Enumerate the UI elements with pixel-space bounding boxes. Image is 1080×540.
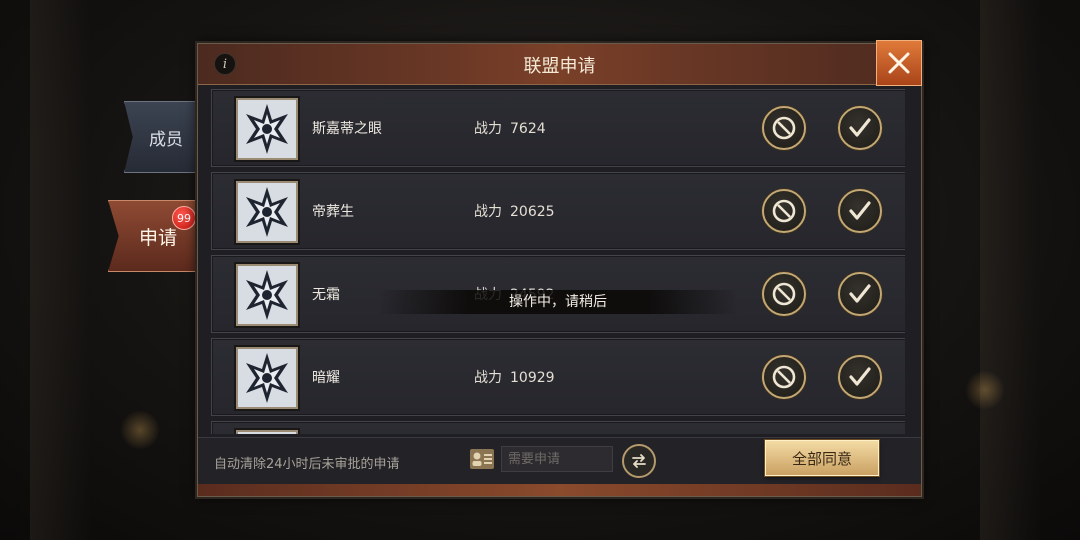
reject-button[interactable]	[762, 355, 806, 399]
applications-count-badge: 99	[172, 206, 196, 230]
applicant-row: 暗耀 战力 10929	[211, 338, 905, 416]
applicant-avatar	[236, 430, 298, 434]
prohibit-icon	[772, 365, 796, 389]
alliance-application-dialog: i 联盟申请 斯嘉蒂之眼 战力 7624 帝葬生 战力 20625 无霜 暗耀 …	[197, 40, 922, 497]
required-application-input[interactable]	[501, 446, 613, 472]
swap-arrows-icon	[632, 454, 646, 468]
applicant-power: 战力 10929	[474, 367, 555, 387]
background-lamp-glow	[965, 370, 1005, 410]
dialog-bottom-border	[198, 484, 921, 496]
tab-applications-label: 申请	[138, 226, 177, 249]
approve-all-button[interactable]: 全部同意	[765, 440, 879, 476]
processing-toast: 操作中，请稍后	[378, 290, 738, 314]
background-pillar-left	[30, 0, 90, 540]
power-value: 20625	[510, 204, 555, 220]
applicant-list[interactable]: 斯嘉蒂之眼 战力 7624 帝葬生 战力 20625 无霜 暗耀 战力 1092…	[211, 89, 905, 434]
star-emblem-icon	[238, 349, 296, 407]
checkmark-icon	[849, 284, 871, 303]
applicant-name: 帝葬生	[312, 204, 354, 220]
applicant-power: 战力 7624	[474, 118, 546, 138]
applicant-name: 斯嘉蒂之眼	[312, 121, 382, 137]
applicant-avatar	[236, 181, 298, 243]
prohibit-icon	[772, 199, 796, 223]
reject-button[interactable]	[762, 106, 806, 150]
prohibit-icon	[772, 282, 796, 306]
star-emblem-icon	[238, 183, 296, 241]
dialog-footer: 自动清除24小时后未审批的申请 全部同意	[198, 437, 921, 484]
power-value: 7624	[510, 121, 546, 137]
applicant-power: 战力 20625	[474, 201, 555, 221]
applicant-name: 无霜	[312, 287, 340, 303]
swap-button[interactable]	[622, 444, 656, 478]
close-button[interactable]	[876, 40, 922, 86]
prohibit-icon	[772, 116, 796, 140]
applicant-row: 帝葬生 战力 20625	[211, 172, 905, 250]
tab-members-label: 成员	[149, 129, 183, 150]
power-label: 战力	[474, 370, 502, 386]
power-value: 10929	[510, 370, 555, 386]
applicant-avatar	[236, 347, 298, 409]
approve-button[interactable]	[838, 106, 882, 150]
close-icon	[888, 52, 910, 74]
power-label: 战力	[474, 121, 502, 137]
star-emblem-icon	[238, 100, 296, 158]
applicant-row: 斯嘉蒂之眼 战力 7624	[211, 89, 905, 167]
applicant-avatar	[236, 98, 298, 160]
id-card-icon	[470, 449, 494, 469]
checkmark-icon	[849, 367, 871, 386]
approve-button[interactable]	[838, 355, 882, 399]
auto-clear-note: 自动清除24小时后未审批的申请	[214, 457, 400, 472]
star-emblem-icon	[238, 266, 296, 324]
applicant-avatar	[236, 264, 298, 326]
tab-members[interactable]: 成员	[124, 101, 197, 173]
background-pillar-right	[980, 0, 1040, 540]
background-lamp-glow	[120, 410, 160, 450]
reject-button[interactable]	[762, 189, 806, 233]
star-emblem-icon	[238, 432, 296, 434]
checkmark-icon	[849, 118, 871, 137]
dialog-title: 联盟申请	[523, 56, 596, 77]
approve-button[interactable]	[838, 189, 882, 233]
applicant-name: 暗耀	[312, 370, 340, 386]
applicant-row-partial	[211, 421, 905, 434]
power-label: 战力	[474, 204, 502, 220]
checkmark-icon	[849, 201, 871, 220]
reject-button[interactable]	[762, 272, 806, 316]
approve-button[interactable]	[838, 272, 882, 316]
dialog-header: i 联盟申请	[198, 44, 921, 85]
